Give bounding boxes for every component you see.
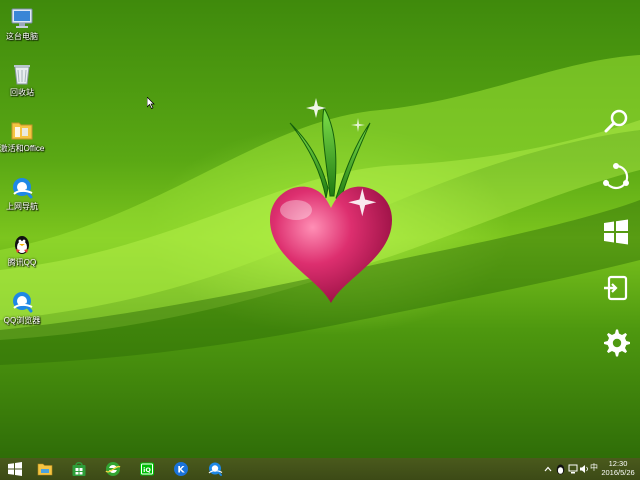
file-explorer-icon (37, 463, 53, 476)
desktop-icon-label: 这台电脑 (6, 32, 38, 41)
taskbar-iqiyi[interactable]: iQ (132, 458, 162, 480)
taskbar-store[interactable] (64, 458, 94, 480)
taskbar-kugou[interactable]: K (166, 458, 196, 480)
recycle-bin-icon (14, 65, 30, 85)
devices-icon (604, 275, 628, 301)
desktop-icon-label: QQ浏览器 (3, 316, 41, 325)
qq-browser-icon (13, 178, 33, 199)
desktop-icon-label: 回收站 (10, 88, 34, 97)
tray-volume-icon[interactable] (579, 463, 589, 475)
taskbar-ie-browser[interactable] (98, 458, 128, 480)
desktop-icon-this-pc[interactable]: 这台电脑 (2, 6, 42, 42)
svg-text:iQ: iQ (143, 466, 151, 474)
charm-devices[interactable] (600, 272, 632, 304)
search-icon (604, 109, 628, 133)
computer-icon (11, 8, 33, 28)
qq-penguin-icon (15, 236, 29, 254)
settings-gear-icon (604, 329, 630, 357)
start-icon (8, 462, 22, 476)
desktop-icon-label: 腾讯QQ (7, 258, 37, 267)
charm-search[interactable] (600, 106, 632, 138)
desktop-icon-label: 激活和Office (0, 144, 45, 153)
tray-qq-penguin-icon[interactable] (555, 463, 566, 475)
tray-network-icon[interactable] (568, 463, 578, 475)
store-icon (72, 462, 86, 476)
tray-input-method[interactable]: 中 (590, 462, 598, 474)
charm-share[interactable] (600, 161, 632, 193)
desktop-icon-tencent-qq[interactable]: 腾讯QQ (2, 232, 42, 268)
taskbar-qq-browser[interactable] (200, 458, 230, 480)
clock-date: 2016/5/26 (601, 468, 635, 477)
ie-browser-icon (105, 462, 121, 476)
start-button[interactable] (0, 458, 30, 480)
tray-clock[interactable]: 12:30 2016/5/26 (598, 459, 638, 477)
share-icon (603, 163, 629, 190)
folder-icon (11, 122, 33, 140)
charm-start[interactable] (600, 216, 632, 248)
desktop-icon-recycle-bin[interactable]: 回收站 (2, 62, 42, 98)
taskbar[interactable]: iQ K 中 12:30 2016/5/26 (0, 458, 640, 480)
windows-start-icon (604, 219, 628, 245)
desktop-icon-label: 上网导航 (6, 202, 38, 211)
desktop-icon-activation-office[interactable]: 激活和Office (0, 118, 44, 154)
qq-browser-icon (208, 462, 223, 476)
clock-time: 12:30 (608, 459, 628, 468)
tray-chevron-up-icon[interactable] (544, 463, 552, 475)
iqiyi-icon: iQ (140, 462, 154, 476)
desktop[interactable]: 这台电脑 回收站 激活和Office 上网导航 腾讯QQ QQ浏览器 (0, 0, 640, 458)
mouse-cursor-icon (147, 97, 155, 109)
qq-browser-icon (13, 292, 33, 313)
radish-heart-logo (270, 98, 392, 303)
charm-settings[interactable] (600, 327, 632, 359)
desktop-icon-web-navigation[interactable]: 上网导航 (2, 176, 42, 212)
svg-text:K: K (178, 466, 186, 476)
taskbar-file-explorer[interactable] (30, 458, 60, 480)
desktop-icon-qq-browser[interactable]: QQ浏览器 (2, 290, 42, 326)
kugou-icon: K (174, 462, 188, 476)
